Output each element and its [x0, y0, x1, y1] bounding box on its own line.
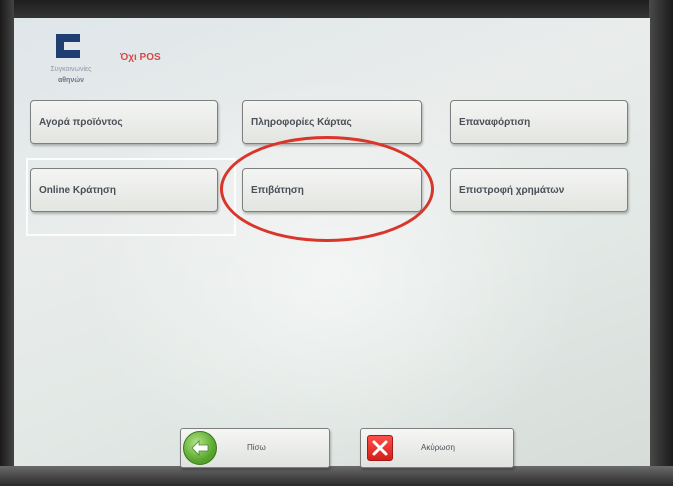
buy-product-label: Αγορά προϊόντος: [39, 116, 123, 128]
refund-button[interactable]: Επιστροφή χρημάτων: [450, 168, 628, 212]
logo-text-line1: Συγκοινωνίες: [50, 66, 92, 73]
oasa-logo: Συγκοινωνίες αθηνών: [36, 32, 106, 98]
kiosk-screen: Συγκοινωνίες αθηνών Όχι POS Αγορά προϊόν…: [14, 18, 650, 466]
card-info-label: Πληροφορίες Κάρτας: [251, 116, 352, 128]
recharge-button[interactable]: Επαναφόρτιση: [450, 100, 628, 144]
monitor-bezel-left: [0, 0, 14, 486]
monitor-bezel-right: [649, 0, 673, 486]
back-button[interactable]: Πίσω: [180, 428, 330, 468]
cancel-button[interactable]: Ακύρωση: [360, 428, 514, 468]
online-booking-button[interactable]: Online Κράτηση: [30, 168, 218, 212]
red-circle-annotation: [220, 136, 434, 242]
recharge-label: Επαναφόρτιση: [459, 116, 531, 128]
online-booking-label: Online Κράτηση: [39, 184, 116, 196]
logo-text-line2: αθηνών: [57, 77, 85, 84]
monitor-bezel-bottom: [0, 466, 673, 486]
refund-label: Επιστροφή χρημάτων: [459, 184, 565, 196]
cancel-label: Ακύρωση: [421, 443, 455, 452]
buy-product-button[interactable]: Αγορά προϊόντος: [30, 100, 218, 144]
pos-status-label: Όχι POS: [120, 52, 161, 63]
oasa-logo-icon: [50, 32, 84, 60]
back-label: Πίσω: [247, 443, 266, 452]
close-icon: [367, 435, 393, 461]
back-arrow-icon: [183, 431, 217, 465]
